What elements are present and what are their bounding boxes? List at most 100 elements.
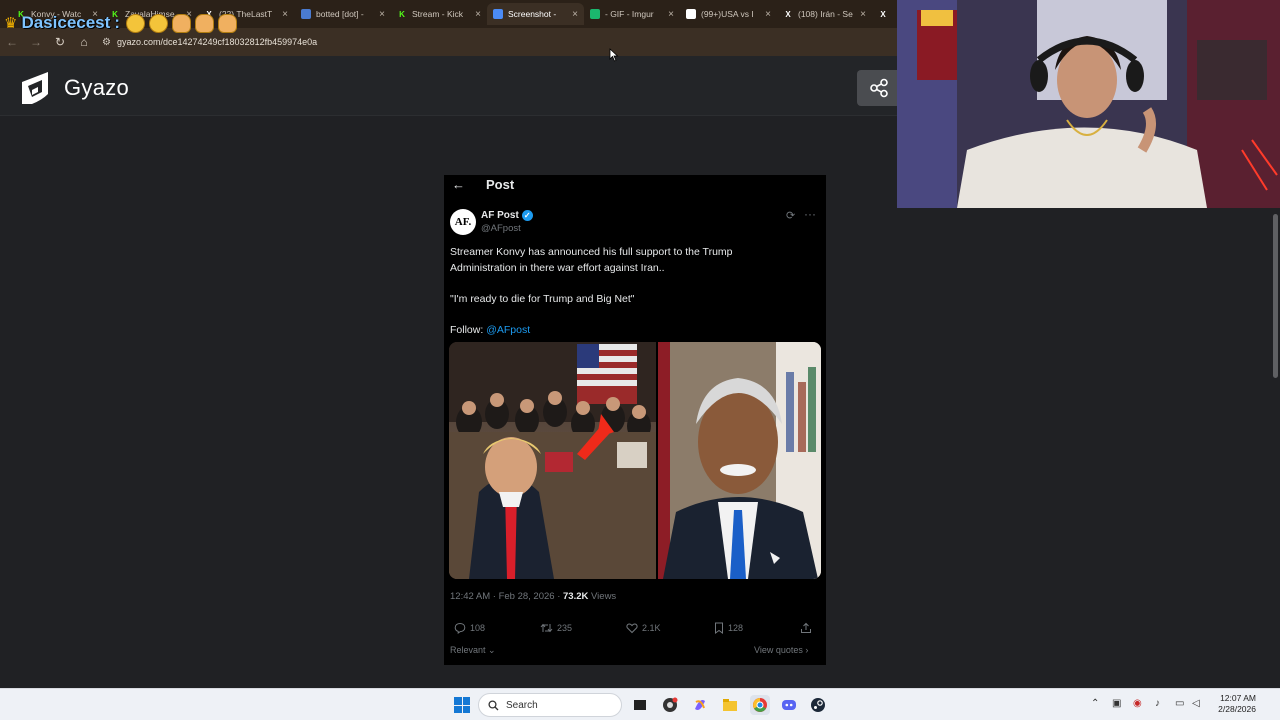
chrome-app-icon[interactable] [750,695,770,715]
forward-icon[interactable]: → [24,35,48,49]
flags-decor [577,344,637,404]
heart-icon [626,623,638,634]
task-view-icon[interactable] [630,695,650,715]
gyazo-logo[interactable]: Gyazo [18,70,129,106]
tab-favicon-icon [686,9,696,19]
system-clock[interactable]: 12:07 AM 2/28/2026 [1208,693,1256,715]
tweet-card: ← Post AF. AF Post ✓ @AFpost ⟳ ··· Strea… [444,175,826,665]
repost-icon [540,623,553,633]
browser-tab[interactable]: X (108) Irán - Se × [777,3,872,25]
browser-tab[interactable]: - GIF - Imgur × [584,3,680,25]
tweet-line: "I'm ready to die for Trump and Big Net" [450,292,635,305]
taskbar-search[interactable]: Search [478,693,622,717]
tab-close-icon[interactable]: × [379,9,385,20]
crown-icon: ♛ [4,15,18,32]
tweet-line: Streamer Konvy has announced his full su… [450,246,733,258]
steam-app-icon[interactable] [808,695,828,715]
reply-icon [454,622,466,634]
page-scrollbar[interactable] [1270,208,1280,688]
more-options-icon: ··· [804,207,816,221]
tab-close-icon[interactable]: × [668,9,674,20]
media-photo-right [658,342,821,579]
speaker-photo-image [658,342,821,579]
tab-close-icon[interactable]: × [475,9,481,20]
browser-tab[interactable]: K Stream - Kick × [391,3,487,25]
obs-app-icon[interactable] [660,695,680,715]
url-text: gyazo.com/dce14274249cf18032812fb459974e… [116,37,318,47]
tweet-actions: 108 235 2.1K 128 [450,622,820,636]
browser-tab[interactable]: botted [dot] - × [295,3,391,25]
tray-security-icon[interactable]: ◉ [1133,698,1142,709]
webcam-image [897,0,1280,208]
browser-tab[interactable]: X [872,3,896,25]
copilot-app-icon[interactable] [690,695,710,715]
view-quotes-label: View quotes [754,645,803,655]
avatar: AF. [450,209,476,235]
tab-close-icon[interactable]: × [860,9,866,20]
crowd-photo-image [449,342,656,579]
webcam-overlay [897,0,1280,208]
url-field[interactable]: ⚙ gyazo.com/dce14274249cf18032812fb45997… [102,37,317,48]
repost-action: 235 [540,622,572,634]
home-icon[interactable]: ⌂ [72,35,96,49]
volume-icon[interactable]: ◁ [1192,698,1200,709]
cursor-icon [609,48,619,62]
chat-emotes [125,13,237,33]
tab-title: - GIF - Imgur [605,9,654,19]
tab-favicon-icon [493,9,503,19]
person-emoji-icon [217,13,237,33]
reply-count: 108 [470,623,486,633]
tab-favicon-icon: K [399,9,405,19]
chevron-down-icon: ⌄ [488,645,496,655]
tweet-meta: 12:42 AM · Feb 28, 2026 · 73.2K Views [450,591,616,602]
tweet-media [449,342,821,579]
laughing-emoji-icon [148,13,168,33]
sort-relevant: Relevant ⌄ [450,645,496,656]
tweet-topbar: ← Post [444,175,826,195]
tweet-line [450,276,820,292]
network-icon[interactable]: ▭ [1175,698,1184,709]
reply-action: 108 [454,622,485,634]
bookmark-count: 128 [728,623,744,633]
discord-app-icon[interactable] [779,695,799,715]
search-icon [488,699,499,710]
verified-badge-icon: ✓ [521,210,533,221]
tray-chevron-up-icon[interactable]: ⌃ [1091,698,1099,709]
gyazo-brand: Gyazo [64,75,130,100]
back-arrow-icon: ← [452,177,465,192]
tweet-line [450,307,820,323]
upload-share-icon [801,622,811,633]
site-info-icon[interactable]: ⚙ [102,37,111,48]
media-photo-left [449,342,656,579]
tab-favicon-icon [301,9,311,19]
share-button[interactable] [857,70,901,106]
gyazo-logo-icon [22,72,48,104]
grok-icon: ⟳ [786,210,796,222]
follow-link: @AFpost [486,323,531,336]
browser-tab[interactable]: (99+)USA vs I × [680,3,777,25]
tab-title: (99+)USA vs I [701,9,754,19]
like-count: 2.1K [642,623,661,633]
chat-username: Dasicecest [21,13,111,32]
tab-close-icon[interactable]: × [572,9,578,20]
scrollbar-thumb[interactable] [1273,214,1278,378]
like-action: 2.1K [626,622,661,634]
browser-tab[interactable]: Screenshot - × [487,3,584,25]
views-count: 73.2K [563,591,589,602]
view-quotes: View quotes › [754,645,808,655]
tweet-timestamp: 12:42 AM · Feb 28, 2026 · [450,591,564,602]
tab-close-icon[interactable]: × [282,9,288,20]
back-icon[interactable]: ← [0,35,24,49]
windows-start-icon[interactable] [454,697,470,713]
tab-close-icon[interactable]: × [765,9,771,20]
share-icon [870,78,888,98]
reload-icon[interactable]: ↻ [48,35,72,49]
author-handle: @AFpost [481,223,521,234]
tab-title: Screenshot - [508,9,557,19]
microphone-icon[interactable]: ♪ [1155,698,1160,709]
stream-chat-overlay: ♛ Dasicecest : [4,13,237,33]
clock-time: 12:07 AM [1220,693,1256,703]
chevron-right-icon: › [805,645,809,655]
file-explorer-icon[interactable] [720,695,740,715]
tray-app-icon[interactable]: ▣ [1112,698,1121,709]
